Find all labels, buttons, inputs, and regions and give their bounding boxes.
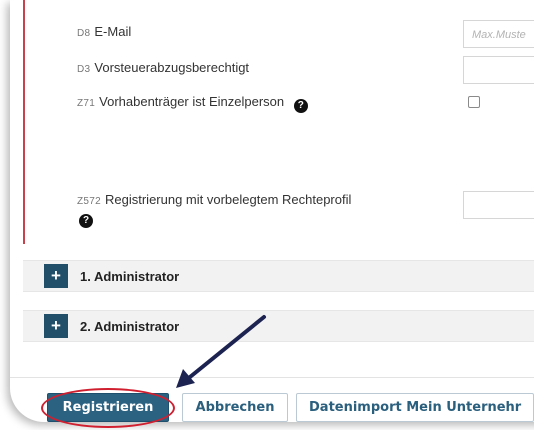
annotation-arrow-icon (176, 315, 266, 388)
